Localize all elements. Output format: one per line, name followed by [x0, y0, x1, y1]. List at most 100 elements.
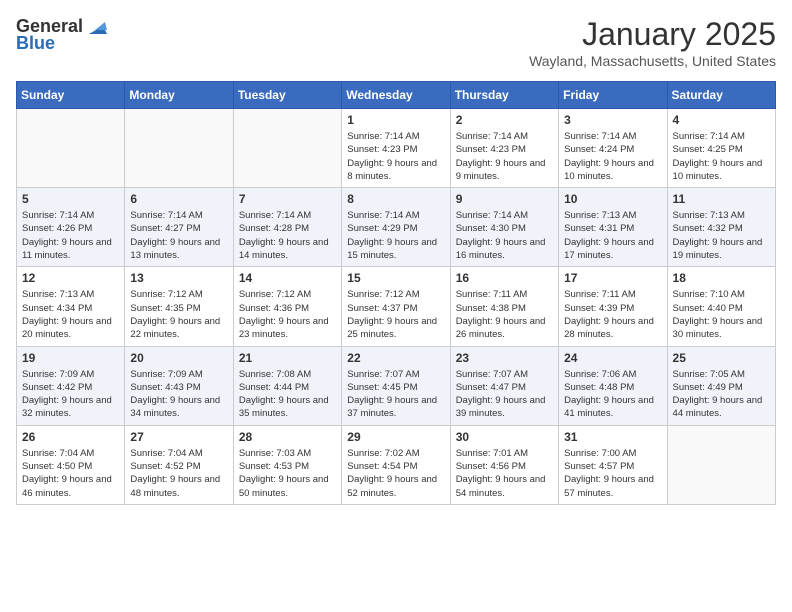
calendar-cell: 29 Sunrise: 7:02 AMSunset: 4:54 PMDayligh… [342, 425, 450, 504]
day-info: Sunrise: 7:14 AMSunset: 4:23 PMDaylight:… [456, 130, 553, 183]
day-info: Sunrise: 7:05 AMSunset: 4:49 PMDaylight:… [673, 368, 770, 421]
logo: General Blue [16, 16, 107, 54]
day-info: Sunrise: 7:14 AMSunset: 4:25 PMDaylight:… [673, 130, 770, 183]
calendar-cell: 18 Sunrise: 7:10 AMSunset: 4:40 PMDayligh… [667, 267, 775, 346]
day-number: 12 [22, 271, 119, 285]
calendar-cell: 16 Sunrise: 7:11 AMSunset: 4:38 PMDayligh… [450, 267, 558, 346]
day-info: Sunrise: 7:14 AMSunset: 4:24 PMDaylight:… [564, 130, 661, 183]
calendar-cell: 2Sunrise: 7:14 AMSunset: 4:23 PMDaylight… [450, 109, 558, 188]
day-number: 31 [564, 430, 661, 444]
month-title: January 2025 [529, 16, 776, 53]
calendar-cell [233, 109, 341, 188]
calendar-cell: 7 Sunrise: 7:14 AMSunset: 4:28 PMDaylight… [233, 188, 341, 267]
day-info: Sunrise: 7:09 AMSunset: 4:43 PMDaylight:… [130, 368, 227, 421]
day-number: 24 [564, 351, 661, 365]
day-info: Sunrise: 7:13 AMSunset: 4:32 PMDaylight:… [673, 209, 770, 262]
day-number: 20 [130, 351, 227, 365]
day-info: Sunrise: 7:06 AMSunset: 4:48 PMDaylight:… [564, 368, 661, 421]
day-info: Sunrise: 7:04 AMSunset: 4:52 PMDaylight:… [130, 447, 227, 500]
calendar-cell: 27 Sunrise: 7:04 AMSunset: 4:52 PMDayligh… [125, 425, 233, 504]
calendar-week-row: 1 Sunrise: 7:14 AMSunset: 4:23 PMDaylight… [17, 109, 776, 188]
day-number: 22 [347, 351, 444, 365]
day-number: 30 [456, 430, 553, 444]
calendar-week-row: 26 Sunrise: 7:04 AMSunset: 4:50 PMDayligh… [17, 425, 776, 504]
location-title: Wayland, Massachusetts, United States [529, 53, 776, 69]
day-info: Sunrise: 7:03 AMSunset: 4:53 PMDaylight:… [239, 447, 336, 500]
day-info: Sunrise: 7:14 AMSunset: 4:26 PMDaylight:… [22, 209, 119, 262]
day-number: 16 [456, 271, 553, 285]
calendar-cell: 3 Sunrise: 7:14 AMSunset: 4:24 PMDaylight… [559, 109, 667, 188]
calendar-cell: 10Sunrise: 7:13 AMSunset: 4:31 PMDayligh… [559, 188, 667, 267]
day-info: Sunrise: 7:11 AMSunset: 4:38 PMDaylight:… [456, 288, 553, 341]
day-number: 21 [239, 351, 336, 365]
calendar-cell: 30 Sunrise: 7:01 AMSunset: 4:56 PMDayligh… [450, 425, 558, 504]
calendar-week-row: 12Sunrise: 7:13 AMSunset: 4:34 PMDayligh… [17, 267, 776, 346]
day-number: 23 [456, 351, 553, 365]
calendar-cell: 22Sunrise: 7:07 AMSunset: 4:45 PMDayligh… [342, 346, 450, 425]
day-info: Sunrise: 7:11 AMSunset: 4:39 PMDaylight:… [564, 288, 661, 341]
calendar-cell: 15 Sunrise: 7:12 AMSunset: 4:37 PMDayligh… [342, 267, 450, 346]
day-number: 9 [456, 192, 553, 206]
day-number: 7 [239, 192, 336, 206]
day-info: Sunrise: 7:14 AMSunset: 4:28 PMDaylight:… [239, 209, 336, 262]
calendar-cell: 24 Sunrise: 7:06 AMSunset: 4:48 PMDayligh… [559, 346, 667, 425]
calendar-cell: 28Sunrise: 7:03 AMSunset: 4:53 PMDayligh… [233, 425, 341, 504]
day-number: 1 [347, 113, 444, 127]
calendar-table: SundayMondayTuesdayWednesdayThursdayFrid… [16, 81, 776, 505]
day-number: 19 [22, 351, 119, 365]
day-number: 26 [22, 430, 119, 444]
day-number: 18 [673, 271, 770, 285]
weekday-header-sunday: Sunday [17, 82, 125, 109]
weekday-header-monday: Monday [125, 82, 233, 109]
day-info: Sunrise: 7:04 AMSunset: 4:50 PMDaylight:… [22, 447, 119, 500]
day-number: 25 [673, 351, 770, 365]
day-number: 11 [673, 192, 770, 206]
day-info: Sunrise: 7:07 AMSunset: 4:47 PMDaylight:… [456, 368, 553, 421]
calendar-cell: 23 Sunrise: 7:07 AMSunset: 4:47 PMDayligh… [450, 346, 558, 425]
day-info: Sunrise: 7:12 AMSunset: 4:35 PMDaylight:… [130, 288, 227, 341]
day-info: Sunrise: 7:01 AMSunset: 4:56 PMDaylight:… [456, 447, 553, 500]
day-number: 29 [347, 430, 444, 444]
day-number: 6 [130, 192, 227, 206]
logo-blue-text: Blue [16, 34, 55, 54]
weekday-header-row: SundayMondayTuesdayWednesdayThursdayFrid… [17, 82, 776, 109]
day-number: 15 [347, 271, 444, 285]
calendar-cell: 9 Sunrise: 7:14 AMSunset: 4:30 PMDaylight… [450, 188, 558, 267]
calendar-cell: 25 Sunrise: 7:05 AMSunset: 4:49 PMDayligh… [667, 346, 775, 425]
day-number: 17 [564, 271, 661, 285]
calendar-cell [667, 425, 775, 504]
day-number: 27 [130, 430, 227, 444]
calendar-cell: 5Sunrise: 7:14 AMSunset: 4:26 PMDaylight… [17, 188, 125, 267]
calendar-cell: 6 Sunrise: 7:14 AMSunset: 4:27 PMDaylight… [125, 188, 233, 267]
calendar-week-row: 19Sunrise: 7:09 AMSunset: 4:42 PMDayligh… [17, 346, 776, 425]
calendar-cell: 14Sunrise: 7:12 AMSunset: 4:36 PMDayligh… [233, 267, 341, 346]
day-info: Sunrise: 7:12 AMSunset: 4:37 PMDaylight:… [347, 288, 444, 341]
weekday-header-tuesday: Tuesday [233, 82, 341, 109]
day-number: 3 [564, 113, 661, 127]
day-info: Sunrise: 7:14 AMSunset: 4:30 PMDaylight:… [456, 209, 553, 262]
day-info: Sunrise: 7:10 AMSunset: 4:40 PMDaylight:… [673, 288, 770, 341]
calendar-cell [125, 109, 233, 188]
day-info: Sunrise: 7:08 AMSunset: 4:44 PMDaylight:… [239, 368, 336, 421]
logo-icon [85, 16, 107, 38]
day-info: Sunrise: 7:14 AMSunset: 4:23 PMDaylight:… [347, 130, 444, 183]
calendar-cell: 21 Sunrise: 7:08 AMSunset: 4:44 PMDayligh… [233, 346, 341, 425]
calendar-cell: 8Sunrise: 7:14 AMSunset: 4:29 PMDaylight… [342, 188, 450, 267]
day-number: 13 [130, 271, 227, 285]
day-info: Sunrise: 7:02 AMSunset: 4:54 PMDaylight:… [347, 447, 444, 500]
day-number: 10 [564, 192, 661, 206]
calendar-cell: 20 Sunrise: 7:09 AMSunset: 4:43 PMDayligh… [125, 346, 233, 425]
title-block: January 2025 Wayland, Massachusetts, Uni… [529, 16, 776, 69]
day-number: 14 [239, 271, 336, 285]
calendar-cell: 31Sunrise: 7:00 AMSunset: 4:57 PMDayligh… [559, 425, 667, 504]
calendar-week-row: 5Sunrise: 7:14 AMSunset: 4:26 PMDaylight… [17, 188, 776, 267]
calendar-cell: 13 Sunrise: 7:12 AMSunset: 4:35 PMDayligh… [125, 267, 233, 346]
page-header: General Blue January 2025 Wayland, Massa… [16, 16, 776, 69]
day-number: 8 [347, 192, 444, 206]
weekday-header-wednesday: Wednesday [342, 82, 450, 109]
calendar-cell: 26 Sunrise: 7:04 AMSunset: 4:50 PMDayligh… [17, 425, 125, 504]
calendar-cell: 4Sunrise: 7:14 AMSunset: 4:25 PMDaylight… [667, 109, 775, 188]
day-info: Sunrise: 7:14 AMSunset: 4:27 PMDaylight:… [130, 209, 227, 262]
weekday-header-thursday: Thursday [450, 82, 558, 109]
weekday-header-saturday: Saturday [667, 82, 775, 109]
